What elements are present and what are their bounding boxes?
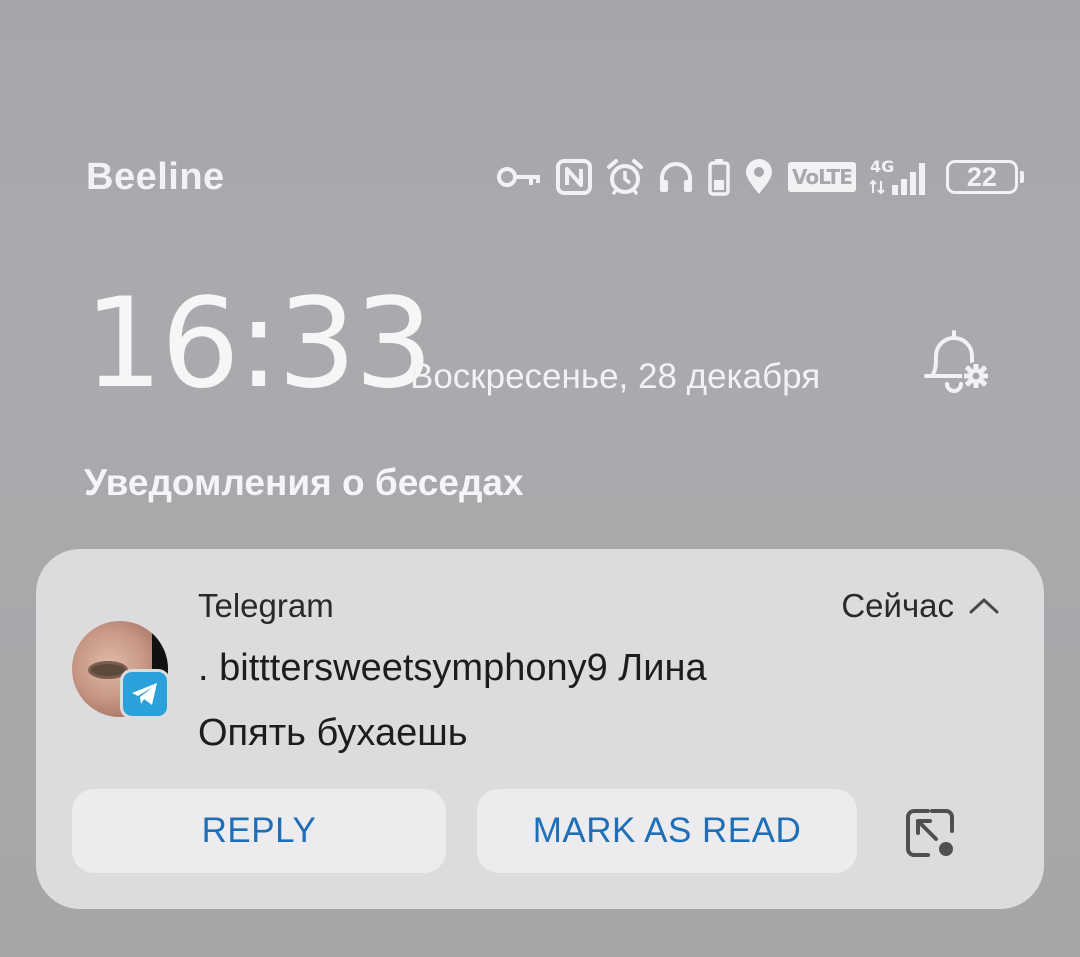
nfc-icon	[556, 159, 592, 195]
status-bar: Beeline VoLTE 4G 22	[0, 150, 1080, 206]
mark-as-read-button[interactable]: MARK AS READ	[477, 789, 857, 873]
carrier-name: Beeline	[86, 156, 225, 198]
date-label: Воскресенье, 28 декабря	[410, 357, 821, 396]
reply-button[interactable]: REPLY	[72, 789, 446, 873]
network-type-label: 4G	[870, 157, 894, 176]
battery-icon: 22	[945, 160, 1024, 194]
key-icon	[496, 162, 542, 192]
alarm-icon	[606, 158, 644, 196]
status-icons: VoLTE 4G 22	[496, 152, 1024, 202]
telegram-icon	[120, 669, 170, 719]
section-title: Уведомления о беседах	[84, 462, 524, 503]
signal-icon: 4G	[869, 157, 932, 197]
notification-card[interactable]: Telegram Сейчас . bitttersweetsymphony9 …	[36, 549, 1044, 909]
headphones-icon	[658, 160, 694, 194]
open-in-window-icon[interactable]	[902, 805, 958, 861]
notification-settings-icon[interactable]	[918, 326, 994, 396]
notification-time: Сейчас	[841, 587, 954, 624]
location-icon	[744, 159, 774, 195]
device-battery-icon	[708, 158, 730, 196]
app-name: Telegram	[198, 587, 334, 624]
message-text: Опять бухаешь	[198, 712, 468, 754]
clock-time: 16:33	[84, 272, 433, 416]
battery-level: 22	[966, 161, 997, 192]
volte-icon: VoLTE	[788, 162, 856, 192]
sender-name: . bitttersweetsymphony9 Лина	[198, 647, 707, 689]
chevron-up-icon[interactable]	[968, 595, 1000, 617]
